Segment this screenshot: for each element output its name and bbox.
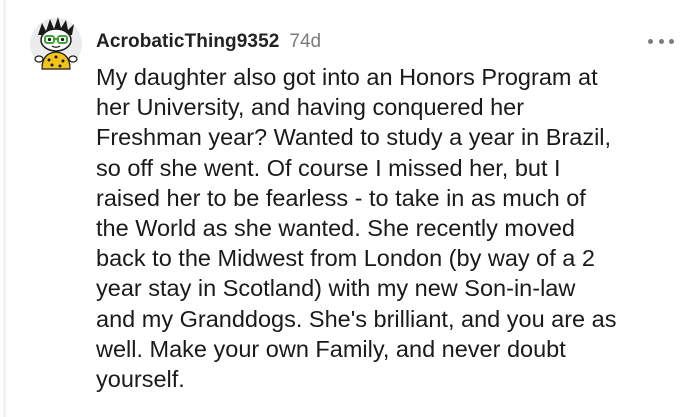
more-dot [648,38,653,44]
comment-age: 74d [289,31,322,52]
comment-body-line: year stay in Scotland) with my new Son-i… [96,275,576,302]
comment-body-line: well. Make your own Family, and never do… [96,335,566,362]
comment-body-line: My daughter also got into an Honors Prog… [96,64,598,90]
comment-body-line: Freshman year? Wanted to study a year in… [96,124,612,151]
comment-body-line: so off she went. Of course I missed her,… [96,154,561,181]
comment-header: AcrobaticThing9352 74d [96,28,321,56]
comment-body-line: raised her to be fearless - to take in a… [96,184,586,211]
comment: AcrobaticThing9352 74d My daughter also … [0,0,700,417]
username[interactable]: AcrobaticThing9352 [96,31,279,53]
comment-body-line: her University, and having conquered her [96,94,525,121]
comment-body: My daughter also got into an Honors Prog… [96,62,686,394]
comment-body-line: and my Granddogs. She's brilliant, and y… [96,305,617,332]
comment-body-line: yourself. [96,366,185,393]
comment-body-line: the World as she wanted. She recently mo… [96,215,575,242]
more-dot [669,38,674,44]
snoo-avatar-icon[interactable] [28,13,84,75]
comment-body-line: back to the Midwest from London (by way … [96,245,595,272]
more-options-icon[interactable] [648,31,674,51]
more-dot [658,38,664,44]
